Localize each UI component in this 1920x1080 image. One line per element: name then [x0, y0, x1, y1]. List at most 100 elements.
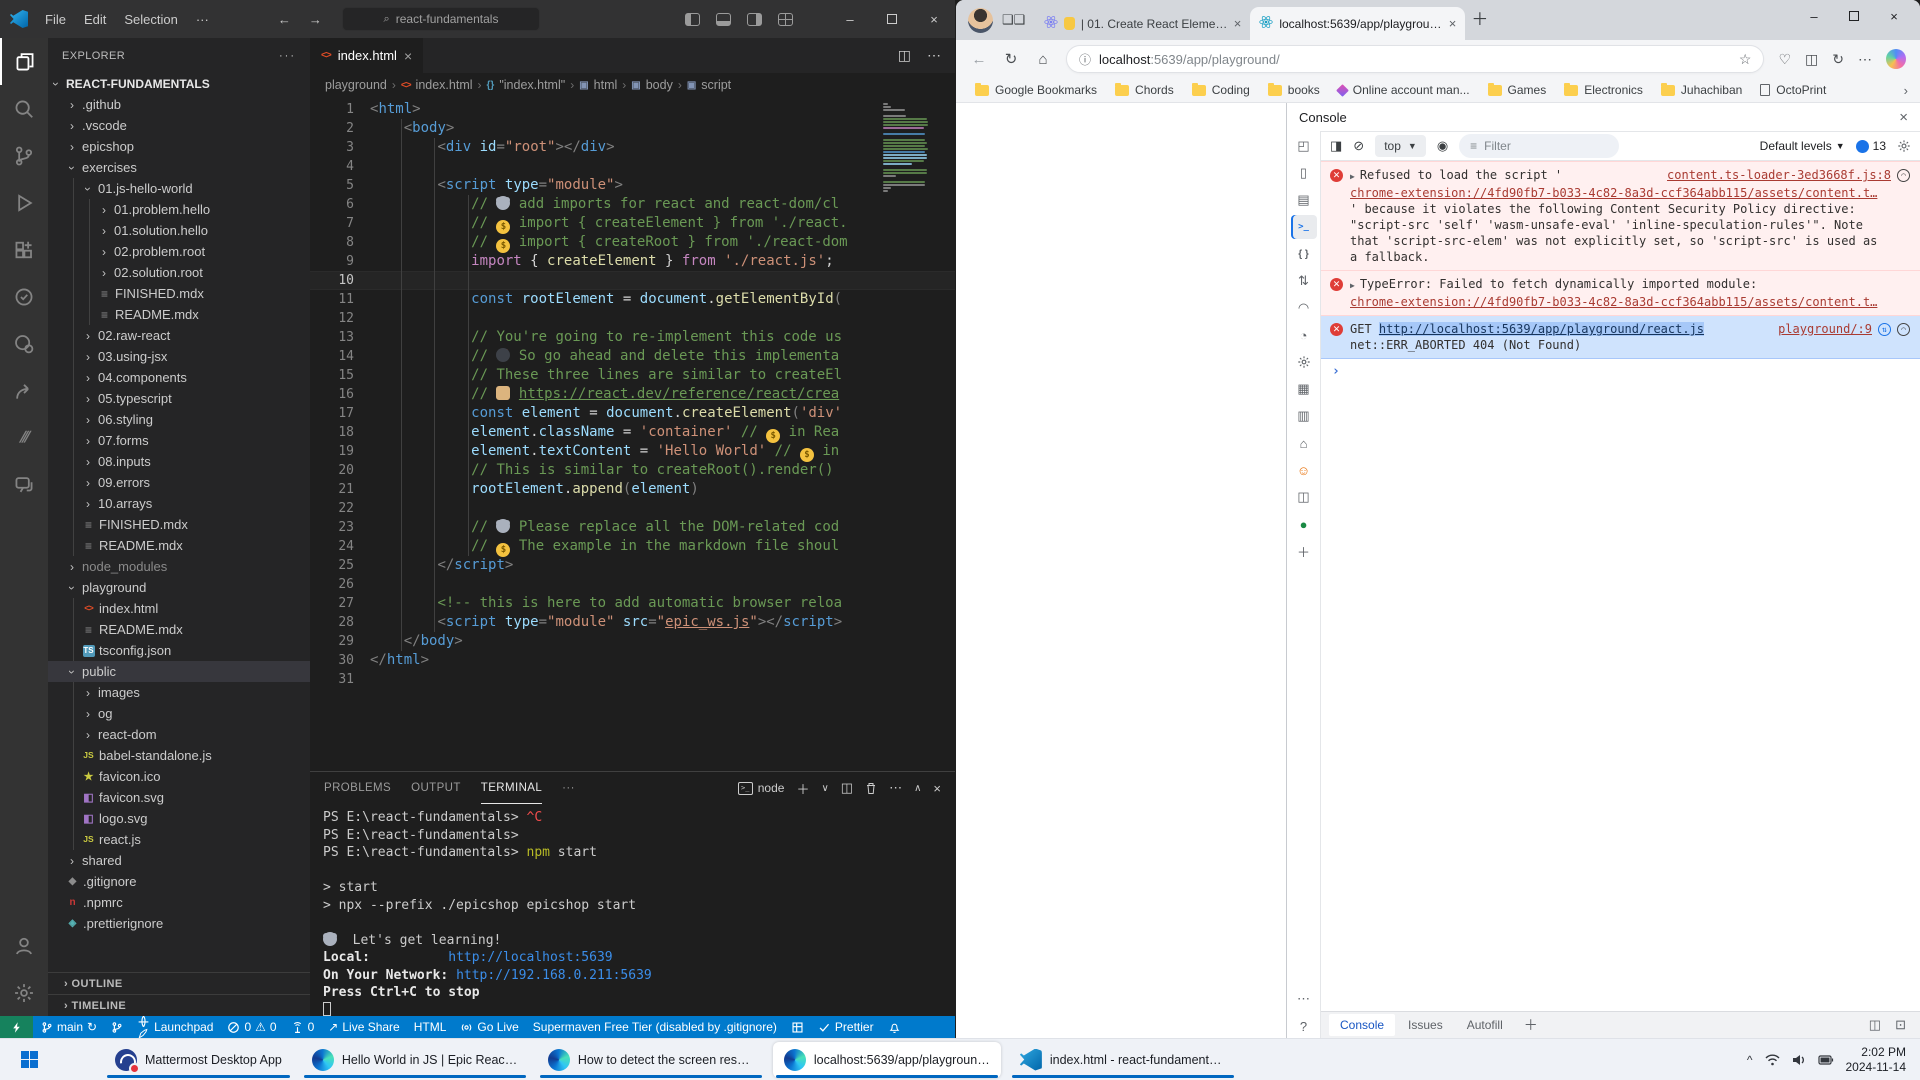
site-info-icon[interactable]: ⓘ: [1079, 51, 1091, 68]
page-content[interactable]: [956, 103, 1286, 1038]
tree-item-logo-svg[interactable]: ◧logo.svg: [48, 808, 310, 829]
home-icon[interactable]: ⌂: [1291, 431, 1317, 455]
explorer-icon[interactable]: [0, 38, 48, 85]
history-icon[interactable]: ↻: [1832, 51, 1844, 68]
tree-item-node-modules[interactable]: ›node_modules: [48, 556, 310, 577]
bookmark-item[interactable]: Juhachiban: [1654, 83, 1749, 97]
extensions-icon[interactable]: [1, 226, 47, 273]
taskbar-item[interactable]: localhost:5639/app/playground/ a...: [773, 1042, 1001, 1078]
bookmark-item[interactable]: Online account man...: [1331, 83, 1477, 97]
drawer-tab-autofill[interactable]: Autofill: [1456, 1014, 1514, 1036]
taskbar-clock[interactable]: 2:02 PM 2024-11-14: [1846, 1045, 1907, 1075]
log-levels-dropdown[interactable]: Default levels ▼: [1760, 139, 1845, 153]
copilot-icon[interactable]: ◠: [1897, 169, 1910, 182]
panel-tabs-more-icon[interactable]: ···: [562, 772, 575, 804]
menu-selection[interactable]: Selection: [115, 12, 186, 27]
split-editor-icon[interactable]: ◫: [898, 47, 911, 64]
devtools-close-icon[interactable]: ×: [1899, 109, 1908, 126]
panel-tab-problems[interactable]: PROBLEMS: [324, 772, 391, 804]
tree-item--github[interactable]: ›.github: [48, 94, 310, 115]
chat-icon[interactable]: [1, 461, 47, 508]
editor-more-icon[interactable]: ⋯: [927, 47, 941, 64]
maximize-button[interactable]: [871, 0, 913, 38]
close-tab-icon[interactable]: ×: [404, 48, 412, 64]
tree-item-02-solution-root[interactable]: ›02.solution.root: [48, 262, 310, 283]
extensions-icon[interactable]: ◫: [1291, 485, 1317, 509]
code-line[interactable]: 17 const element = document.createElemen…: [310, 404, 955, 423]
breadcrumb-item[interactable]: script: [701, 78, 731, 92]
code-line[interactable]: 15 // These three lines are similar to c…: [310, 366, 955, 385]
breadcrumb-item[interactable]: playground: [325, 78, 387, 92]
code-line[interactable]: 5 <script type="module">: [310, 176, 955, 195]
menu-file[interactable]: File: [36, 12, 75, 27]
browser-tab[interactable]: | 01. Create React Elements | 0×: [1035, 7, 1250, 40]
console-filter-input[interactable]: ≡ Filter: [1459, 134, 1619, 158]
code-line[interactable]: 26: [310, 575, 955, 594]
code-line[interactable]: 28 <script type="module" src="epic_ws.js…: [310, 613, 955, 632]
panel-more-icon[interactable]: ⋯: [889, 780, 902, 796]
wifi-icon[interactable]: [1765, 1054, 1780, 1066]
tree-item-finished-mdx[interactable]: ≡FINISHED.mdx: [48, 514, 310, 535]
new-tab-button[interactable]: ＋: [1471, 5, 1488, 30]
run-debug-icon[interactable]: [1, 179, 47, 226]
tree-item-react-js[interactable]: JSreact.js: [48, 829, 310, 850]
tree-item-finished-mdx[interactable]: ≡FINISHED.mdx: [48, 283, 310, 304]
remote-explorer-icon[interactable]: [1, 320, 47, 367]
terminal-dropdown-icon[interactable]: ∨: [821, 783, 828, 794]
panel-tab-output[interactable]: OUTPUT: [411, 772, 461, 804]
tree-item-06-styling[interactable]: ›06.styling: [48, 409, 310, 430]
bookmark-item[interactable]: Games: [1481, 83, 1554, 97]
code-line[interactable]: 12: [310, 309, 955, 328]
split-screen-icon[interactable]: ◫: [1805, 51, 1818, 68]
explorer-more-icon[interactable]: ···: [279, 50, 296, 62]
code-line[interactable]: 25 </script>: [310, 556, 955, 575]
code-line[interactable]: 14 // So go ahead and delete this implem…: [310, 347, 955, 366]
status-item-launchpad[interactable]: Launchpad: [130, 1016, 220, 1038]
elements-icon[interactable]: ▤: [1291, 188, 1317, 212]
wifi-icon[interactable]: ◠: [1291, 296, 1317, 320]
address-bar[interactable]: ⓘ localhost:5639/app/playground/ ☆: [1066, 45, 1764, 73]
expand-caret-icon[interactable]: ▶: [1350, 281, 1355, 290]
tree-item--npmrc[interactable]: n.npmrc: [48, 892, 310, 913]
code-line[interactable]: 8 // import { createRoot } from './react…: [310, 233, 955, 252]
tree-item-04-components[interactable]: ›04.components: [48, 367, 310, 388]
terminal[interactable]: PS E:\react-fundamentals> ^CPS E:\react-…: [310, 804, 955, 1016]
status-item-supermaven-free-tier-dis[interactable]: Supermaven Free Tier (disabled by .gitig…: [526, 1016, 784, 1038]
tree-item-07-forms[interactable]: ›07.forms: [48, 430, 310, 451]
console-message[interactable]: ✕playground/:9⇅◠GET http://localhost:563…: [1321, 316, 1920, 359]
add-drawer-tab-icon[interactable]: ＋: [1516, 1015, 1546, 1035]
settings-gear-icon[interactable]: [1, 969, 47, 1016]
editor-tab[interactable]: <> index.html ×: [310, 38, 423, 73]
inspect-icon[interactable]: ◰: [1291, 134, 1317, 158]
testing-icon[interactable]: [1, 273, 47, 320]
status-item-live-share[interactable]: ↗Live Share: [321, 1016, 406, 1038]
device-toolbar-icon[interactable]: ▯: [1291, 161, 1317, 185]
tree-item-public[interactable]: ›public: [48, 661, 310, 682]
tree-item-01-js-hello-world[interactable]: ›01.js-hello-world: [48, 178, 310, 199]
storage-icon[interactable]: ▥: [1291, 404, 1317, 428]
tree-item-react-fundamentals[interactable]: ›REACT-FUNDAMENTALS: [48, 73, 310, 94]
panel-tab-terminal[interactable]: TERMINAL: [481, 772, 542, 804]
tree-item-tsconfig-json[interactable]: TStsconfig.json: [48, 640, 310, 661]
status-item[interactable]: [784, 1016, 811, 1038]
status-item[interactable]: [104, 1016, 130, 1038]
tree-item-react-dom[interactable]: ›react-dom: [48, 724, 310, 745]
accounts-icon[interactable]: [1, 922, 47, 969]
code-line[interactable]: 2 <body>: [310, 119, 955, 138]
taskbar-item[interactable]: How to detect the screen resoluti...: [537, 1042, 765, 1078]
volume-icon[interactable]: [1792, 1054, 1806, 1066]
taskbar-item[interactable]: index.html - react-fundamentals -...: [1009, 1042, 1237, 1078]
taskbar-item[interactable]: Mattermost Desktop App: [104, 1042, 293, 1078]
settings-more-icon[interactable]: ⋯: [1858, 51, 1872, 68]
drawer-tab-console[interactable]: Console: [1329, 1014, 1395, 1036]
menu-[interactable]: ···: [187, 12, 218, 27]
forward-arrow-icon[interactable]: →: [309, 12, 322, 27]
kill-terminal-icon[interactable]: [865, 782, 877, 795]
tree-item-08-inputs[interactable]: ›08.inputs: [48, 451, 310, 472]
tree-item-02-problem-root[interactable]: ›02.problem.root: [48, 241, 310, 262]
status-item-go-live[interactable]: Go Live: [453, 1016, 525, 1038]
code-line[interactable]: 27 <!-- this is here to add automatic br…: [310, 594, 955, 613]
tree-item-03-using-jsx[interactable]: ›03.using-jsx: [48, 346, 310, 367]
code-line[interactable]: 6 // add imports for react and react-dom…: [310, 195, 955, 214]
tree-item-01-problem-hello[interactable]: ›01.problem.hello: [48, 199, 310, 220]
